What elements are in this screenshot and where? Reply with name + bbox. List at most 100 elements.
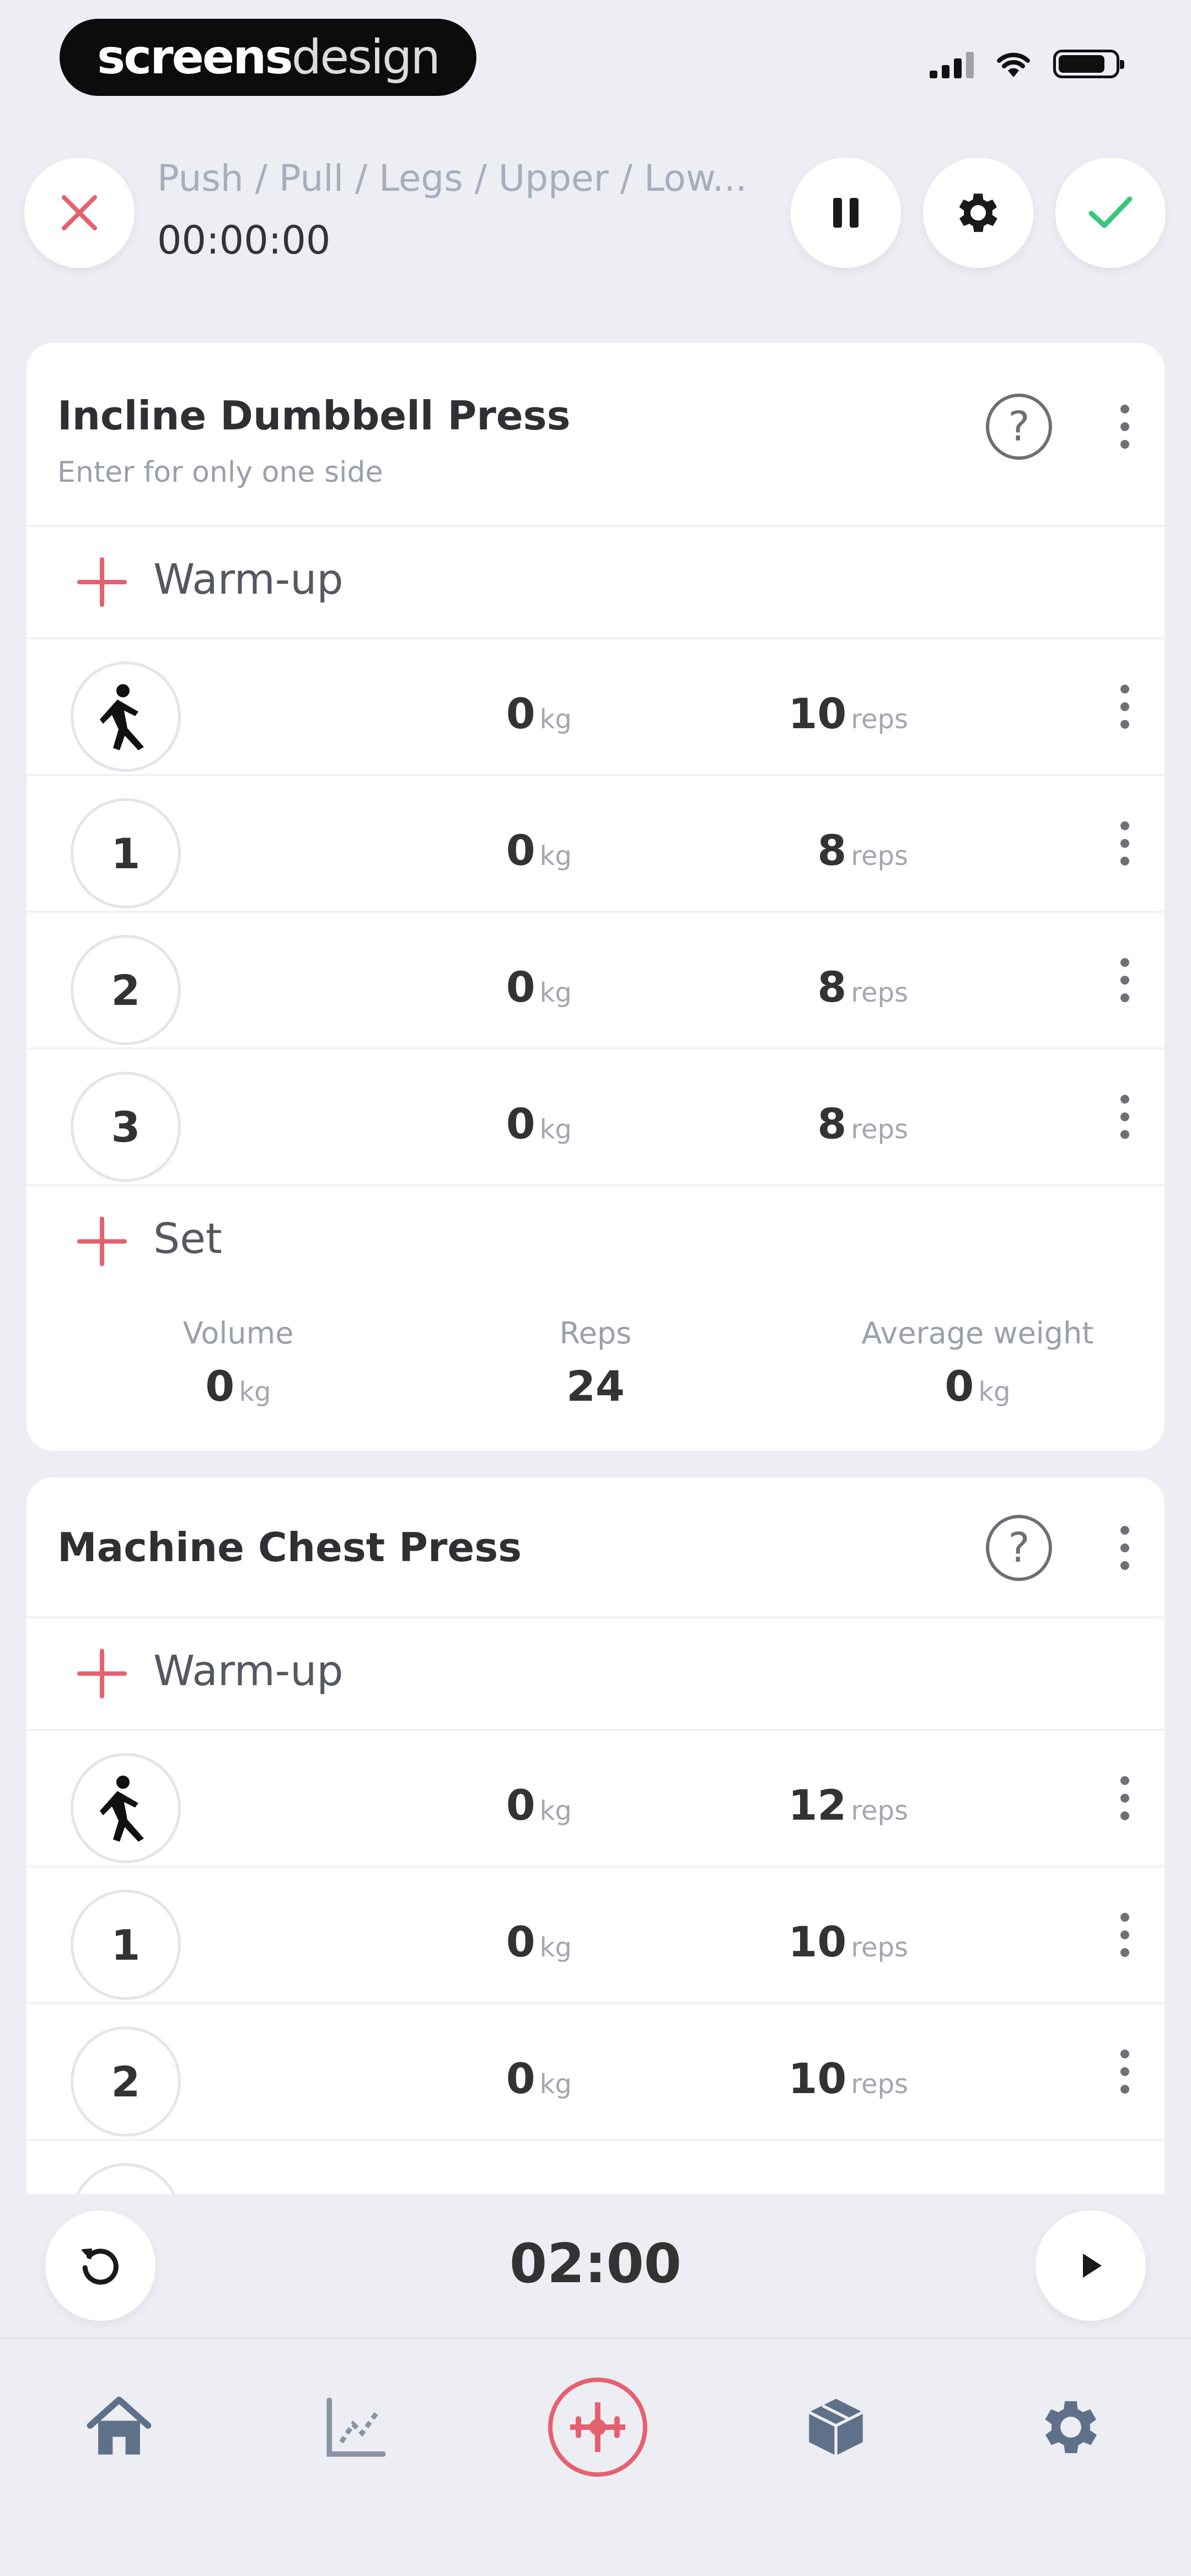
reps-value[interactable]: 8 reps xyxy=(817,1099,908,1148)
set-number-badge[interactable]: 2 xyxy=(71,2026,181,2137)
settings-button[interactable] xyxy=(923,158,1033,268)
reps-value[interactable]: 10 reps xyxy=(788,1917,908,1966)
weight-value[interactable]: 0 kg xyxy=(506,962,572,1012)
average-weight-stat: Average weight 0 kg xyxy=(823,1316,1132,1411)
screensdesign-logo: screens design xyxy=(60,19,476,96)
set-number-badge[interactable]: 3 xyxy=(71,1072,181,1182)
weight-value[interactable]: 0 kg xyxy=(506,1917,572,1966)
close-icon xyxy=(62,195,97,230)
set-menu-button[interactable] xyxy=(1114,810,1136,876)
close-workout-button[interactable] xyxy=(24,158,135,268)
set-number-badge[interactable]: 1 xyxy=(71,1890,181,2000)
question-icon: ? xyxy=(1008,403,1030,450)
play-icon xyxy=(1083,2254,1102,2278)
weight-value[interactable]: 0 kg xyxy=(506,1781,572,1830)
volume-stat: Volume 0 kg xyxy=(84,1316,393,1411)
reps-stat: Reps 24 xyxy=(441,1316,750,1411)
set-row[interactable]: 0 kg 10 reps xyxy=(26,637,1165,774)
set-menu-button[interactable] xyxy=(1114,1902,1136,1968)
exercise-name[interactable]: Machine Chest Press xyxy=(57,1524,522,1571)
chart-icon xyxy=(326,2397,386,2457)
weight-value[interactable]: 0 kg xyxy=(506,826,572,875)
help-button[interactable]: ? xyxy=(986,394,1052,460)
logo-text-bold: screens xyxy=(97,30,293,85)
set-row[interactable]: 2 0 kg 10 reps xyxy=(26,2002,1165,2139)
reps-value[interactable]: 8 reps xyxy=(817,962,908,1012)
exercise-menu-button[interactable] xyxy=(1114,394,1136,460)
set-row[interactable]: 1 0 kg 10 reps xyxy=(26,1865,1165,2002)
signal-icon xyxy=(930,51,974,78)
set-row[interactable]: 0 kg 12 reps xyxy=(26,1729,1165,1865)
workout-icon xyxy=(570,2402,625,2452)
warmup-set-badge[interactable] xyxy=(71,1753,181,1863)
set-number-badge[interactable]: 2 xyxy=(71,935,181,1045)
pause-button[interactable] xyxy=(791,158,901,268)
set-menu-button[interactable] xyxy=(1114,674,1136,740)
add-warmup-button[interactable]: Warm-up xyxy=(26,525,1165,637)
box-icon xyxy=(808,2398,863,2456)
set-row[interactable]: 2 0 kg 8 reps xyxy=(26,911,1165,1047)
tab-workout[interactable] xyxy=(548,2378,647,2477)
weight-value[interactable]: 0 kg xyxy=(506,1099,572,1148)
reps-label: Reps xyxy=(559,1316,632,1351)
gear-icon xyxy=(959,193,997,232)
plus-icon xyxy=(77,1217,127,1266)
set-menu-button[interactable] xyxy=(1114,1765,1136,1831)
warmup-stretch-icon xyxy=(100,1776,144,1842)
status-icons xyxy=(930,50,1124,78)
exercise-header: Machine Chest Press ? xyxy=(26,1477,1165,1616)
logo-text-light: design xyxy=(291,30,441,85)
add-warmup-button[interactable]: Warm-up xyxy=(26,1616,1165,1729)
home-icon xyxy=(87,2396,152,2455)
workout-title: Push / Pull / Legs / Upper / Low... xyxy=(157,157,747,200)
exercise-header: Incline Dumbbell Press Enter for only on… xyxy=(26,343,1165,525)
question-icon: ? xyxy=(1008,1524,1030,1572)
exercise-menu-button[interactable] xyxy=(1114,1515,1136,1581)
add-warmup-label: Warm-up xyxy=(153,555,344,604)
elapsed-timer: 00:00:00 xyxy=(157,218,331,263)
pause-icon xyxy=(833,198,859,228)
reps-value[interactable]: 8 reps xyxy=(817,826,908,875)
set-number-badge[interactable]: 1 xyxy=(71,798,181,908)
tab-bar xyxy=(0,2337,1191,2576)
reps-total: 24 xyxy=(566,1362,625,1411)
set-menu-button[interactable] xyxy=(1114,947,1136,1013)
reps-value[interactable]: 10 reps xyxy=(788,2054,908,2103)
weight-value[interactable]: 0 kg xyxy=(506,689,572,738)
set-row[interactable]: 3 0 kg 8 reps xyxy=(26,1047,1165,1184)
start-timer-button[interactable] xyxy=(1036,2211,1146,2321)
set-row[interactable]: 1 0 kg 8 reps xyxy=(26,774,1165,911)
tab-library[interactable] xyxy=(781,2372,891,2482)
plus-icon xyxy=(77,1649,127,1698)
average-weight-value: 0 kg xyxy=(945,1362,1011,1411)
tab-settings[interactable] xyxy=(1016,2372,1126,2482)
tab-progress[interactable] xyxy=(301,2372,411,2482)
exercise-card: Incline Dumbbell Press Enter for only on… xyxy=(26,343,1165,1451)
tab-home[interactable] xyxy=(64,2372,174,2482)
rest-timer-display[interactable]: 02:00 xyxy=(0,2233,1191,2295)
volume-value: 0 kg xyxy=(205,1362,271,1411)
exercise-note: Enter for only one side xyxy=(57,456,383,489)
exercise-card: Machine Chest Press ? Warm-up 0 kg 12 reps… xyxy=(26,1477,1165,2222)
reps-value[interactable]: 10 reps xyxy=(788,689,908,738)
set-menu-button[interactable] xyxy=(1114,2039,1136,2105)
exercise-stats: Volume 0 kg Reps 24 Average weight 0 kg xyxy=(26,1297,1165,1451)
battery-icon xyxy=(1053,50,1124,78)
set-menu-button[interactable] xyxy=(1114,1084,1136,1150)
warmup-set-badge[interactable] xyxy=(71,662,181,772)
warmup-stretch-icon xyxy=(100,684,144,750)
exercise-name[interactable]: Incline Dumbbell Press xyxy=(57,392,570,439)
average-weight-label: Average weight xyxy=(861,1316,1094,1351)
status-bar: screens design xyxy=(0,0,1191,116)
plus-icon xyxy=(77,557,127,607)
check-icon xyxy=(1088,196,1133,228)
wifi-icon xyxy=(997,52,1030,77)
finish-workout-button[interactable] xyxy=(1055,158,1166,268)
add-set-button[interactable]: Set xyxy=(26,1184,1165,1297)
reps-value[interactable]: 12 reps xyxy=(788,1781,908,1830)
weight-value[interactable]: 0 kg xyxy=(506,2054,572,2103)
help-button[interactable]: ? xyxy=(986,1515,1052,1581)
volume-label: Volume xyxy=(183,1316,294,1351)
gear-icon xyxy=(1045,2401,1097,2454)
add-set-label: Set xyxy=(153,1214,222,1263)
